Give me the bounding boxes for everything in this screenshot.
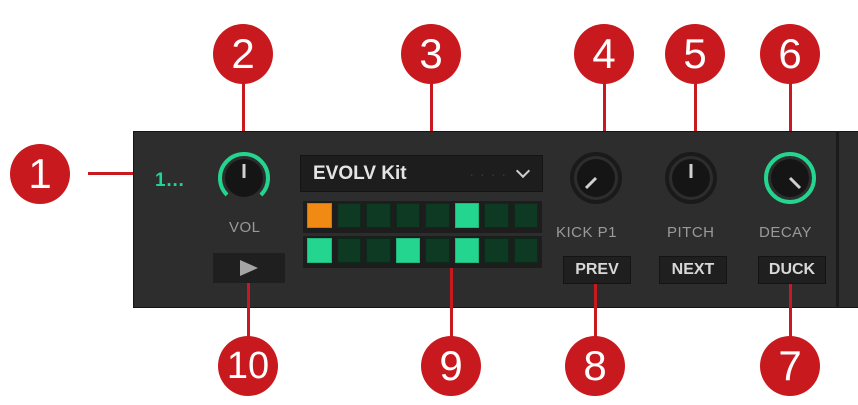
step-pad[interactable] xyxy=(513,238,538,263)
leader-line-10 xyxy=(247,282,250,340)
leader-line-8 xyxy=(594,282,597,340)
callout-5: 5 xyxy=(665,24,725,84)
step-pad[interactable] xyxy=(366,238,391,263)
volume-label: VOL xyxy=(229,219,261,236)
step-pad[interactable] xyxy=(484,203,509,228)
slot-number-label[interactable]: 1… xyxy=(155,170,185,192)
step-pad[interactable] xyxy=(336,203,361,228)
chevron-down-icon xyxy=(515,163,531,179)
step-pad[interactable] xyxy=(484,238,509,263)
callout-2: 2 xyxy=(213,24,273,84)
step-pad[interactable] xyxy=(454,203,479,228)
step-pad[interactable] xyxy=(307,203,332,228)
leader-line-9 xyxy=(450,268,453,340)
step-pad[interactable] xyxy=(366,203,391,228)
prev-button[interactable]: PREV xyxy=(563,256,631,284)
kick-knob-label: KICK P1 xyxy=(556,224,618,241)
decay-knob-label: DECAY xyxy=(759,224,813,241)
callout-1: 1 xyxy=(10,144,70,204)
step-pad[interactable] xyxy=(425,203,450,228)
step-pad[interactable] xyxy=(307,238,332,263)
next-button[interactable]: NEXT xyxy=(659,256,727,284)
play-icon xyxy=(240,260,258,276)
step-row-2 xyxy=(303,236,542,268)
pitch-knob-label: PITCH xyxy=(667,224,715,241)
kit-select-dots: ···· xyxy=(469,165,512,182)
play-button[interactable] xyxy=(213,253,285,283)
callout-4: 4 xyxy=(574,24,634,84)
duck-button[interactable]: DUCK xyxy=(758,256,826,284)
kit-select-dropdown[interactable]: EVOLV Kit ···· xyxy=(300,155,543,192)
volume-knob[interactable] xyxy=(216,150,272,206)
callout-8: 8 xyxy=(565,336,625,396)
panel-divider xyxy=(836,131,839,308)
step-pad[interactable] xyxy=(395,203,420,228)
callout-9: 9 xyxy=(421,336,481,396)
step-pad[interactable] xyxy=(336,238,361,263)
kick-knob[interactable] xyxy=(568,150,624,206)
step-pad[interactable] xyxy=(425,238,450,263)
step-pad[interactable] xyxy=(454,238,479,263)
step-pad[interactable] xyxy=(395,238,420,263)
callout-7: 7 xyxy=(760,336,820,396)
leader-line-7 xyxy=(789,282,792,340)
pitch-knob[interactable] xyxy=(663,150,719,206)
decay-knob[interactable] xyxy=(762,150,818,206)
callout-6: 6 xyxy=(760,24,820,84)
step-pad[interactable] xyxy=(513,203,538,228)
callout-3: 3 xyxy=(401,24,461,84)
kit-select-value: EVOLV Kit xyxy=(313,162,407,184)
callout-10: 10 xyxy=(218,336,278,396)
step-row-1 xyxy=(303,201,542,233)
